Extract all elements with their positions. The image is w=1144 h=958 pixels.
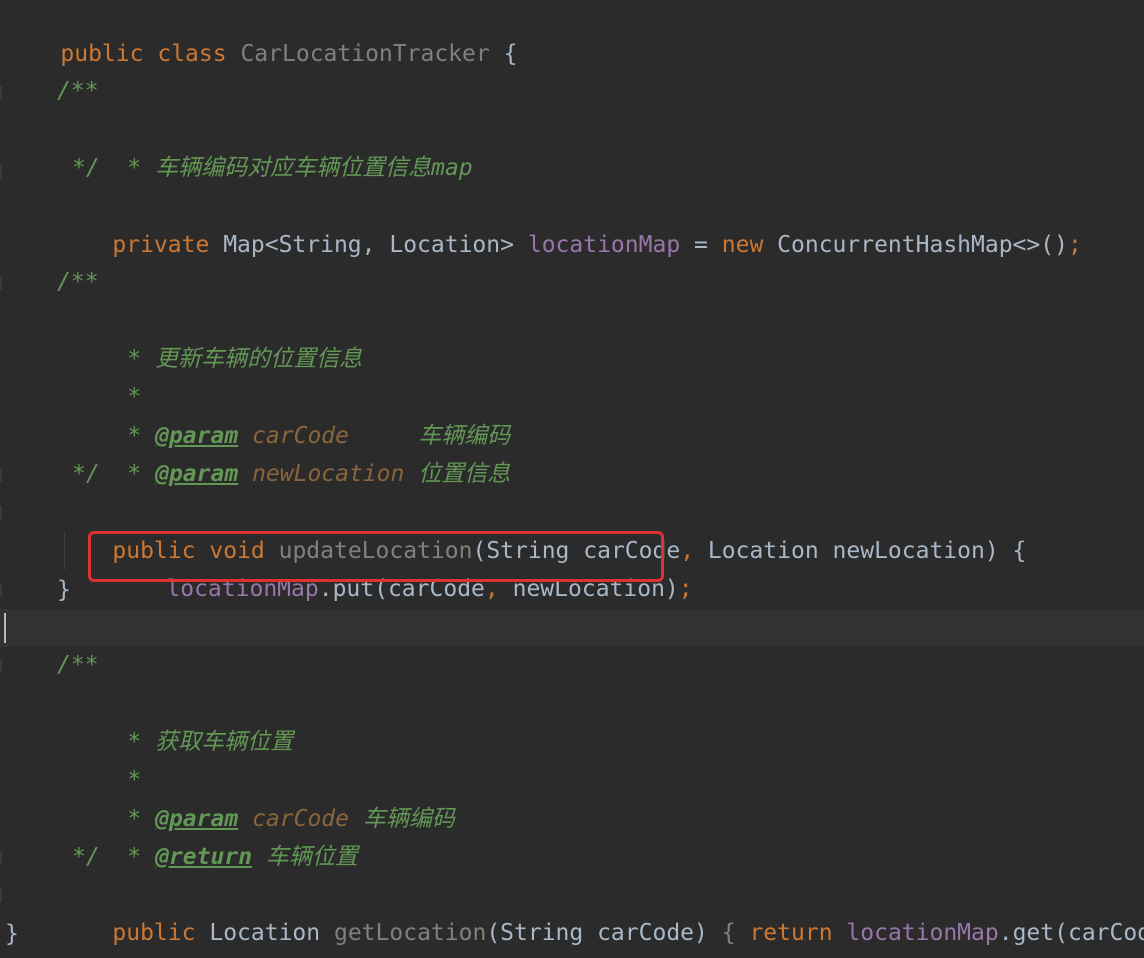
doc-comment-param-line: * @param carCode 车辆编码 bbox=[72, 762, 454, 832]
doc-text-get: 获取车辆位置 bbox=[155, 729, 294, 755]
code-editor[interactable]: public class CarLocationTracker { /** * … bbox=[0, 0, 1144, 958]
doc-comment-line: * 更新车辆的位置信息 bbox=[72, 302, 362, 372]
return-description: 车辆位置 bbox=[265, 844, 358, 870]
doc-comment-return-line: * @return 车辆位置 bbox=[72, 800, 358, 870]
doc-comment-open: /** bbox=[57, 269, 99, 295]
keyword-public: public bbox=[60, 41, 144, 67]
param-description: 位置信息 bbox=[418, 461, 511, 487]
code-line-field[interactable]: private Map<String, Location> locationMa… bbox=[57, 188, 1081, 258]
keyword-class: class bbox=[157, 41, 227, 67]
fold-marker[interactable] bbox=[0, 659, 2, 673]
code-line-update-signature[interactable]: public void updateLocation(String carCod… bbox=[57, 494, 1026, 564]
method-name: getLocation bbox=[333, 920, 487, 946]
param-description: 车辆编码 bbox=[362, 806, 455, 832]
return-type: Location bbox=[209, 920, 321, 946]
field-type: Map<String, Location> bbox=[223, 232, 514, 258]
param-name: newLocation bbox=[252, 461, 405, 487]
keyword-private: private bbox=[112, 232, 210, 258]
doc-comment-param-line: * @param carCode 车辆编码 bbox=[72, 379, 510, 449]
brace-open: { bbox=[503, 41, 518, 67]
class-brace-close: } bbox=[5, 921, 19, 947]
doc-star: * bbox=[127, 155, 142, 181]
field-name: locationMap bbox=[527, 232, 681, 258]
fold-marker[interactable] bbox=[0, 888, 2, 902]
method-params: (String carCode) bbox=[486, 920, 708, 946]
folded-brace-open[interactable]: { bbox=[722, 920, 736, 946]
doc-comment-close: */ bbox=[72, 461, 100, 487]
code-line-class-declaration[interactable]: public class CarLocationTracker { bbox=[5, 0, 517, 67]
fold-marker[interactable] bbox=[0, 86, 2, 100]
doc-text-map: 车辆编码对应车辆位置信息map bbox=[155, 155, 473, 181]
doc-star: * bbox=[127, 844, 142, 870]
semicolon: ; bbox=[678, 576, 693, 602]
fold-marker[interactable] bbox=[0, 165, 2, 179]
current-line-highlight bbox=[0, 609, 1144, 647]
field-reference: locationMap bbox=[846, 920, 999, 946]
annotation-highlight-box bbox=[88, 531, 664, 582]
code-line-get-method[interactable]: public Location getLocation(String carCo… bbox=[57, 876, 1144, 946]
method-params: Location newLocation) { bbox=[707, 538, 1027, 564]
field-initializer: ConcurrentHashMap<>() bbox=[777, 232, 1068, 258]
keyword-new: new bbox=[721, 232, 764, 258]
doc-comment-line: * 车辆编码对应车辆位置信息map bbox=[72, 111, 472, 181]
fold-marker[interactable] bbox=[0, 506, 2, 520]
doc-comment-close: */ bbox=[72, 844, 100, 870]
doc-comment-open: /** bbox=[57, 78, 99, 104]
fold-marker[interactable] bbox=[0, 583, 2, 597]
brace-close: } bbox=[57, 577, 71, 603]
doc-comment-open: /** bbox=[57, 652, 99, 678]
doc-comment-line: * bbox=[72, 723, 141, 793]
param-tag: @param bbox=[155, 461, 239, 487]
text-caret bbox=[4, 613, 6, 643]
doc-star: * bbox=[127, 461, 142, 487]
doc-comment-param-line: * @param newLocation 位置信息 bbox=[72, 417, 510, 487]
doc-comment-line: * 获取车辆位置 bbox=[72, 685, 293, 755]
fold-marker[interactable] bbox=[0, 276, 2, 290]
doc-comment-line: * bbox=[72, 340, 141, 410]
doc-comment-close: */ bbox=[72, 155, 100, 181]
keyword-public: public bbox=[112, 920, 196, 946]
fold-marker[interactable] bbox=[0, 851, 2, 865]
semicolon: ; bbox=[1067, 232, 1082, 258]
class-name: CarLocationTracker bbox=[240, 41, 490, 67]
fold-marker[interactable] bbox=[0, 468, 2, 482]
doc-text-update: 更新车辆的位置信息 bbox=[155, 346, 363, 372]
method-call: .get(carCode) bbox=[998, 920, 1144, 946]
assign-operator: = bbox=[694, 232, 708, 258]
keyword-return: return bbox=[749, 920, 833, 946]
return-tag: @return bbox=[155, 844, 253, 870]
